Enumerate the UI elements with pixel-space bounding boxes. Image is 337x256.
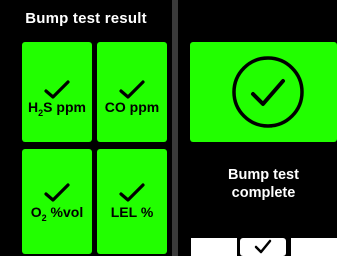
gas-tile-h2s: H2S ppm — [22, 42, 92, 142]
gas-tile-co: CO ppm — [97, 42, 167, 142]
softkey-confirm[interactable] — [240, 238, 286, 256]
status-message-line2: complete — [231, 185, 296, 201]
check-circle-icon — [232, 56, 304, 128]
check-icon — [254, 239, 272, 254]
check-icon — [119, 183, 145, 202]
gas-label-lel: LEL % — [110, 204, 154, 220]
gas-label-o2: O2 %vol — [30, 204, 84, 223]
softkey-left[interactable] — [191, 238, 237, 256]
gas-label-h2s: H2S ppm — [28, 99, 86, 118]
softkey-right[interactable] — [291, 238, 337, 256]
gas-label-co: CO ppm — [104, 99, 160, 115]
status-message-line1: Bump test — [228, 167, 299, 183]
check-icon — [44, 183, 70, 202]
check-icon — [119, 80, 145, 99]
status-message: Bump test complete — [190, 166, 337, 202]
gas-tile-o2: O2 %vol — [22, 149, 92, 254]
check-icon — [44, 80, 70, 99]
panel-title: Bump test result — [25, 10, 147, 27]
gas-tile-lel: LEL % — [97, 149, 167, 254]
